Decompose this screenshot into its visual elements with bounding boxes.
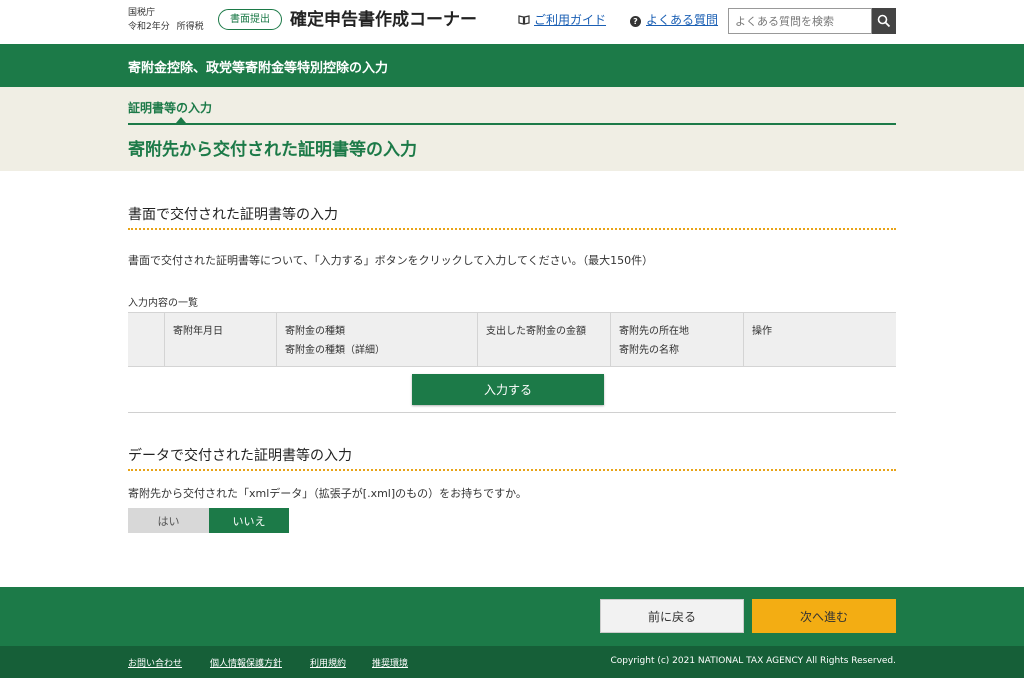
app-title: 確定申告書作成コーナー [290, 10, 477, 30]
question-icon: ? [630, 16, 641, 27]
footer-link-environment[interactable]: 推奨環境 [372, 656, 408, 669]
step-marker-icon [176, 117, 186, 123]
faq-link-label: よくある質問 [646, 13, 719, 27]
table-header-date: 寄附年月日 [165, 313, 277, 366]
data-section-heading: データで交付された証明書等の入力 [128, 448, 352, 464]
submission-type-badge: 書面提出 [218, 9, 282, 30]
header: 国税庁 令和2年分 所得税 書面提出 確定申告書作成コーナー ご利用ガイド ? よ… [0, 0, 1024, 44]
section-separator [128, 412, 896, 413]
search-button[interactable] [872, 8, 896, 34]
next-button[interactable]: 次へ進む [752, 599, 896, 633]
faq-search-input[interactable] [728, 8, 872, 34]
paper-section-description: 書面で交付された証明書等について、「入力する」ボタンをクリックして入力してくださ… [128, 254, 654, 267]
footer-link-contact[interactable]: お問い合わせ [128, 656, 182, 669]
footer: お問い合わせ 個人情報保護方針 利用規約 推奨環境 Copyright (c) … [0, 646, 1024, 678]
section-title-bar: 寄附金控除、政党等寄附金等特別控除の入力 [0, 44, 1024, 87]
step-label: 証明書等の入力 [128, 101, 213, 115]
dotted-divider [128, 469, 896, 471]
guide-link-label: ご利用ガイド [534, 13, 607, 27]
section-title: 寄附金控除、政党等寄附金等特別控除の入力 [128, 61, 389, 76]
dotted-divider [128, 228, 896, 230]
yes-toggle-button[interactable]: はい [128, 508, 209, 533]
table-header-recipient: 寄附先の所在地 寄附先の名称 [611, 313, 744, 366]
book-icon [518, 15, 530, 25]
paper-section-heading: 書面で交付された証明書等の入力 [128, 207, 338, 223]
table-header-checkbox-col [128, 313, 165, 366]
entries-table: 寄附年月日 寄附金の種類 寄附金の種類（詳細） 支出した寄附金の金額 寄附先の所… [128, 312, 896, 367]
step-progress-line [128, 123, 896, 125]
table-header-type: 寄附金の種類 寄附金の種類（詳細） [277, 313, 478, 366]
no-toggle-button[interactable]: いいえ [209, 508, 289, 533]
table-header-amount: 支出した寄附金の金額 [478, 313, 611, 366]
footer-nav-bar: 前に戻る 次へ進む [0, 587, 1024, 646]
table-header-actions: 操作 [752, 326, 772, 337]
search-icon [877, 14, 891, 28]
table-caption: 入力内容の一覧 [128, 298, 198, 309]
faq-link[interactable]: ? よくある質問 [630, 12, 718, 28]
agency-info: 国税庁 令和2年分 所得税 [128, 6, 208, 34]
footer-link-privacy[interactable]: 個人情報保護方針 [210, 656, 282, 669]
tax-year: 令和2年分 [128, 22, 170, 32]
guide-link[interactable]: ご利用ガイド [518, 12, 606, 28]
footer-link-terms[interactable]: 利用規約 [310, 656, 346, 669]
xml-question: 寄附先から交付された「xmlデータ」（拡張子が[.xml]のもの）をお持ちですか… [128, 487, 527, 500]
agency-name: 国税庁 [128, 8, 156, 18]
step-area: 証明書等の入力 寄附先から交付された証明書等の入力 [0, 87, 1024, 171]
back-button[interactable]: 前に戻る [600, 599, 744, 633]
copyright: Copyright (c) 2021 NATIONAL TAX AGENCY A… [610, 656, 897, 666]
input-button[interactable]: 入力する [412, 374, 604, 405]
page-title: 寄附先から交付された証明書等の入力 [128, 140, 417, 160]
tax-type: 所得税 [176, 22, 204, 32]
